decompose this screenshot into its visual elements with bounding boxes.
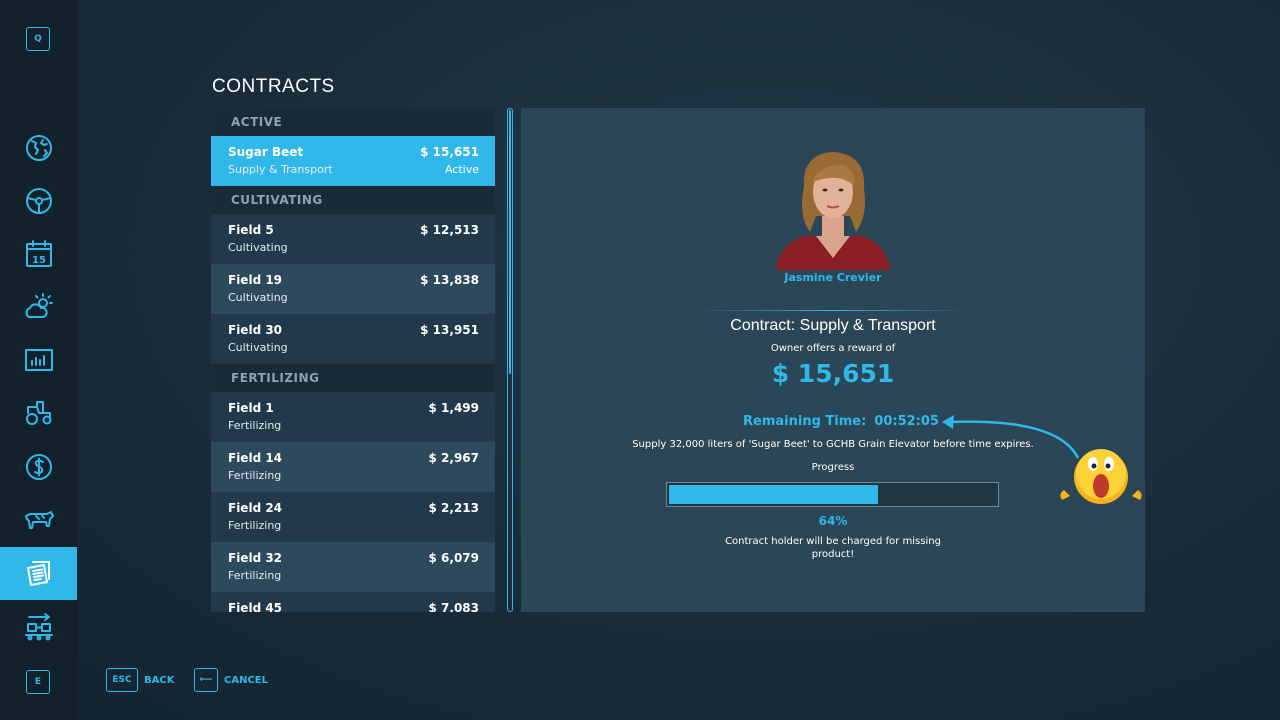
sidebar-item-finances[interactable]: [0, 440, 77, 493]
progress-bar-fill: [669, 485, 879, 504]
contract-type: Cultivating: [228, 341, 288, 354]
contract-price: $ 15,651: [420, 145, 479, 159]
owner-portrait: [776, 152, 890, 270]
sidebar-item-map[interactable]: [0, 121, 77, 174]
contract-type: Fertilizing: [228, 519, 282, 532]
prev-page-key-badge[interactable]: Q: [26, 27, 50, 51]
reward-label: Owner offers a reward of: [770, 343, 896, 354]
chart-icon: [24, 348, 53, 371]
sidebar-item-calendar[interactable]: 15: [0, 227, 77, 280]
contracts-list-scrollbar[interactable]: [507, 108, 513, 612]
weather-icon: [25, 292, 53, 318]
calendar-icon: 15: [25, 239, 52, 267]
contract-price: $ 7,083: [428, 601, 479, 612]
contract-type: Cultivating: [228, 241, 288, 254]
cancel-label: CANCEL: [224, 674, 268, 686]
contract-row[interactable]: Field 1 Fertilizing $ 1,499: [211, 392, 495, 442]
contract-type: Cultivating: [228, 291, 288, 304]
back-label: BACK: [144, 674, 175, 686]
contract-type: Fertilizing: [228, 569, 282, 582]
contract-row[interactable]: Field 45 Fertilizing $ 7,083: [211, 592, 495, 612]
contract-row[interactable]: Field 30 Cultivating $ 13,951: [211, 314, 495, 364]
progress-bar: [666, 482, 999, 507]
globe-map-icon: [25, 134, 52, 161]
contract-row-selected[interactable]: Sugar Beet Supply & Transport $ 15,651 A…: [211, 136, 495, 186]
section-header-fertilizing: FERTILIZING: [211, 364, 495, 392]
sidebar-item-production[interactable]: [0, 600, 77, 653]
sidebar-item-statistics[interactable]: [0, 333, 77, 386]
back-key-badge: ESC: [106, 668, 138, 692]
sidebar-item-garage[interactable]: [0, 386, 77, 439]
contract-details-panel: Jasmine Crevier Contract: Supply & Trans…: [521, 108, 1145, 612]
section-header-cultivating: CULTIVATING: [211, 186, 495, 214]
missing-product-warning: Contract holder will be charged for miss…: [725, 536, 941, 560]
contract-row[interactable]: Field 14 Fertilizing $ 2,967: [211, 442, 495, 492]
scrollbar-thumb[interactable]: [509, 110, 511, 374]
contracts-list: ACTIVE Sugar Beet Supply & Transport $ 1…: [211, 108, 495, 612]
shocked-emoji-icon: [1060, 449, 1142, 504]
cancel-button[interactable]: ⟵ CANCEL: [194, 668, 268, 692]
progress-percent: 64%: [818, 514, 848, 528]
section-header-active: ACTIVE: [211, 108, 495, 136]
contract-price: $ 12,513: [420, 223, 479, 237]
contract-type: Fertilizing: [228, 419, 282, 432]
steering-wheel-icon: [25, 187, 52, 214]
contract-row[interactable]: Field 5 Cultivating $ 12,513: [211, 214, 495, 264]
cow-icon: [24, 510, 54, 529]
sidebar-item-steering[interactable]: [0, 174, 77, 227]
contract-status: Active: [444, 163, 479, 176]
back-button[interactable]: ESC BACK: [106, 668, 174, 692]
next-page-key-badge[interactable]: E: [26, 670, 50, 694]
contract-row[interactable]: Field 19 Cultivating $ 13,838: [211, 264, 495, 314]
contract-type: Supply & Transport: [228, 163, 333, 176]
contract-title: Contract: Supply & Transport: [730, 317, 936, 334]
remaining-time: Remaining Time: 00:52:05: [743, 414, 939, 429]
contract-price: $ 1,499: [428, 401, 479, 415]
contracts-icon: [26, 560, 50, 586]
dollar-icon: [25, 453, 52, 480]
contract-price: $ 6,079: [428, 551, 479, 565]
contract-type: Fertilizing: [228, 469, 282, 482]
sidebar-item-contracts[interactable]: [0, 547, 77, 600]
page-title: CONTRACTS: [212, 76, 335, 97]
owner-name: Jasmine Crevier: [784, 271, 882, 284]
sidebar: Q 15 E: [0, 0, 77, 720]
contract-price: $ 13,838: [420, 273, 479, 287]
contract-row[interactable]: Field 32 Fertilizing $ 6,079: [211, 542, 495, 592]
production-chain-icon: [24, 612, 53, 640]
divider: [695, 310, 971, 311]
cancel-key-badge: ⟵: [194, 668, 218, 692]
sidebar-item-weather[interactable]: [0, 280, 77, 333]
contract-price: $ 2,213: [428, 501, 479, 515]
svg-text:15: 15: [32, 255, 46, 266]
contract-price: $ 13,951: [420, 323, 479, 337]
contract-row[interactable]: Field 24 Fertilizing $ 2,213: [211, 492, 495, 542]
contract-price: $ 2,967: [428, 451, 479, 465]
tractor-icon: [25, 400, 51, 425]
reward-value: $ 15,651: [771, 359, 895, 388]
remaining-time-value: 00:52:05: [874, 414, 939, 429]
sidebar-item-animals[interactable]: [0, 493, 77, 546]
remaining-time-label: Remaining Time:: [743, 414, 867, 429]
